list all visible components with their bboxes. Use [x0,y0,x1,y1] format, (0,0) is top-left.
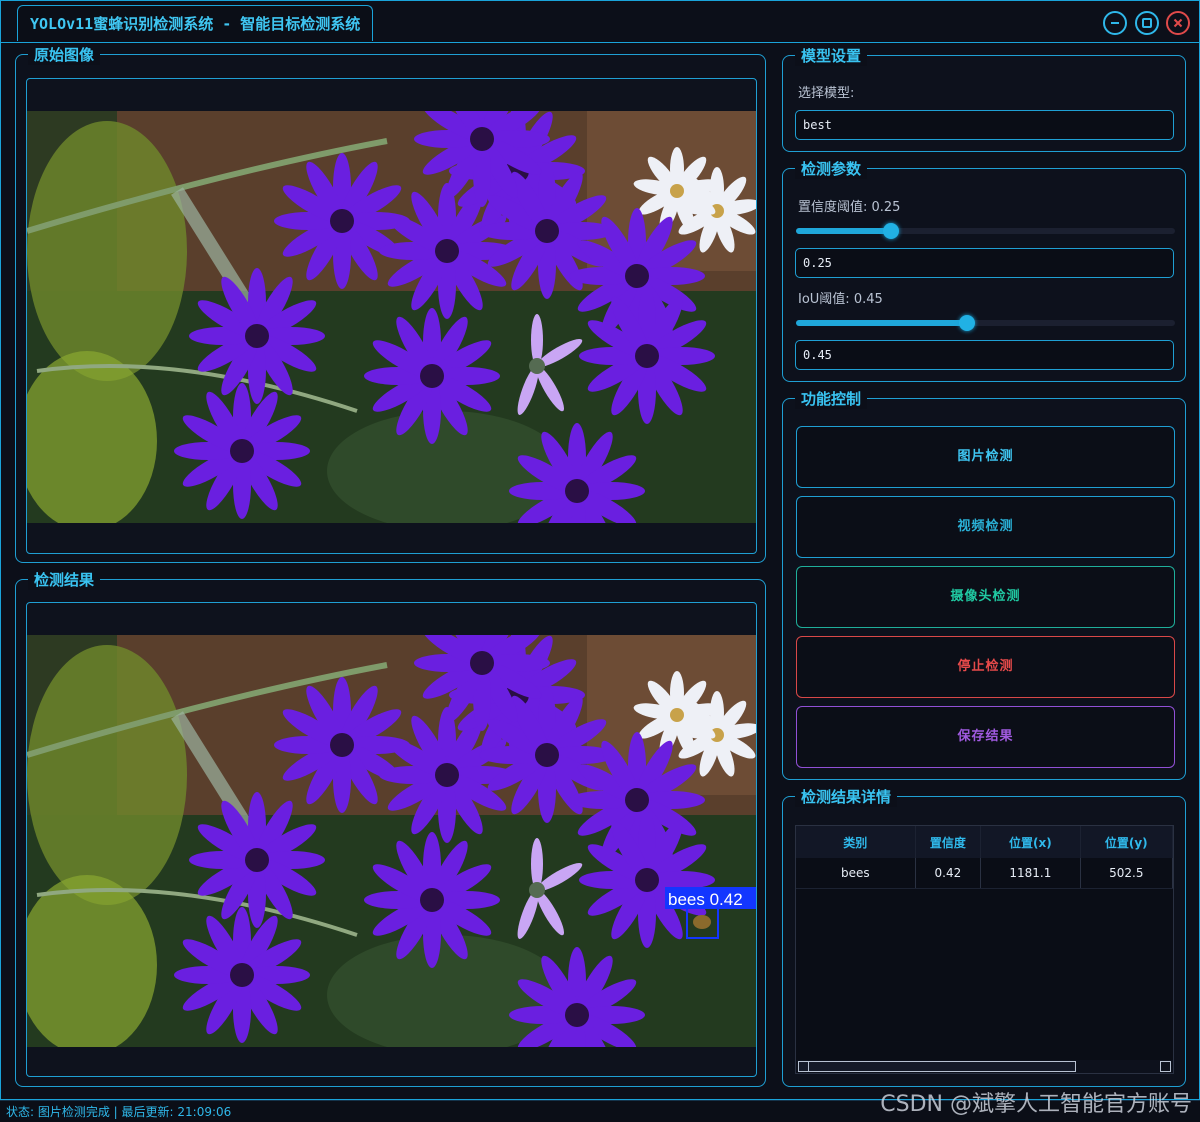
function-control-title: 功能控制 [795,389,868,409]
detection-details-panel: 检测结果详情 类别 置信度 位置(x) 位置(y) bees 0.42 1181… [782,787,1186,1087]
confidence-slider[interactable] [796,223,1175,239]
model-settings-title: 模型设置 [795,46,868,66]
scrollbar-thumb[interactable] [798,1061,1076,1072]
window-title: YOLOv11蜜蜂识别检测系统 - 智能目标检测系统 [17,5,374,41]
original-image-frame [26,78,757,554]
confidence-input[interactable]: 0.25 [795,248,1174,278]
table-row[interactable]: bees 0.42 1181.1 502.5 [796,858,1173,889]
save-result-button[interactable]: 保存结果 [796,706,1175,768]
column-header-confidence[interactable]: 置信度 [915,826,982,858]
iou-slider[interactable] [796,315,1175,331]
column-header-class[interactable]: 类别 [796,826,916,858]
model-settings-panel: 模型设置 选择模型: best [782,46,1186,152]
confidence-label: 置信度阈值: 0.25 [798,200,901,215]
iou-input[interactable]: 0.45 [795,340,1174,370]
model-select[interactable]: best [795,110,1174,140]
iou-slider-handle[interactable] [958,315,975,331]
select-model-label: 选择模型: [798,86,855,101]
image-detect-button[interactable]: 图片检测 [796,426,1175,488]
result-image-frame: bees 0.42 [26,602,757,1077]
detection-params-title: 检测参数 [795,159,868,179]
original-panel-title: 原始图像 [28,45,101,65]
result-panel-title: 检测结果 [28,570,101,590]
confidence-slider-handle[interactable] [882,223,899,239]
column-header-y[interactable]: 位置(y) [1080,826,1173,858]
cell-class: bees [796,858,916,889]
cell-confidence: 0.42 [915,858,982,889]
result-image: bees 0.42 [27,635,756,1047]
original-image [27,111,756,523]
app-window: YOLOv11蜜蜂识别检测系统 - 智能目标检测系统 原始图像 检测结果 bee… [0,0,1200,1100]
results-table: 类别 置信度 位置(x) 位置(y) bees 0.42 1181.1 502.… [796,826,1173,889]
table-header: 类别 置信度 位置(x) 位置(y) [796,826,1173,858]
cell-y: 502.5 [1080,858,1173,889]
iou-label: IoU阈值: 0.45 [798,292,883,307]
detection-result-panel: 检测结果 bees 0.42 [15,570,766,1087]
minimize-icon [1111,22,1119,24]
close-icon [1173,18,1183,28]
scroll-left-arrow[interactable] [798,1061,809,1072]
original-image-panel: 原始图像 [15,45,766,563]
stop-detect-button[interactable]: 停止检测 [796,636,1175,698]
detection-label: bees 0.42 [668,890,743,909]
iou-slider-fill [796,320,967,326]
confidence-slider-fill [796,228,891,234]
watermark: CSDN @斌擎人工智能官方账号 [880,1092,1192,1117]
title-bar: YOLOv11蜜蜂识别检测系统 - 智能目标检测系统 [1,1,1199,43]
camera-detect-button[interactable]: 摄像头检测 [796,566,1175,628]
horizontal-scrollbar[interactable] [796,1060,1173,1073]
results-table-container: 类别 置信度 位置(x) 位置(y) bees 0.42 1181.1 502.… [795,825,1174,1074]
column-header-x[interactable]: 位置(x) [980,826,1081,858]
minimize-button[interactable] [1103,11,1127,35]
function-control-panel: 功能控制 图片检测 视频检测 摄像头检测 停止检测 保存结果 [782,389,1186,780]
maximize-button[interactable] [1135,11,1159,35]
maximize-icon [1142,18,1152,28]
detection-details-title: 检测结果详情 [795,787,898,807]
close-button[interactable] [1166,11,1190,35]
detection-params-panel: 检测参数 置信度阈值: 0.25 0.25 IoU阈值: 0.45 0.45 [782,159,1186,382]
scroll-right-arrow[interactable] [1160,1061,1171,1072]
cell-x: 1181.1 [980,858,1081,889]
video-detect-button[interactable]: 视频检测 [796,496,1175,558]
